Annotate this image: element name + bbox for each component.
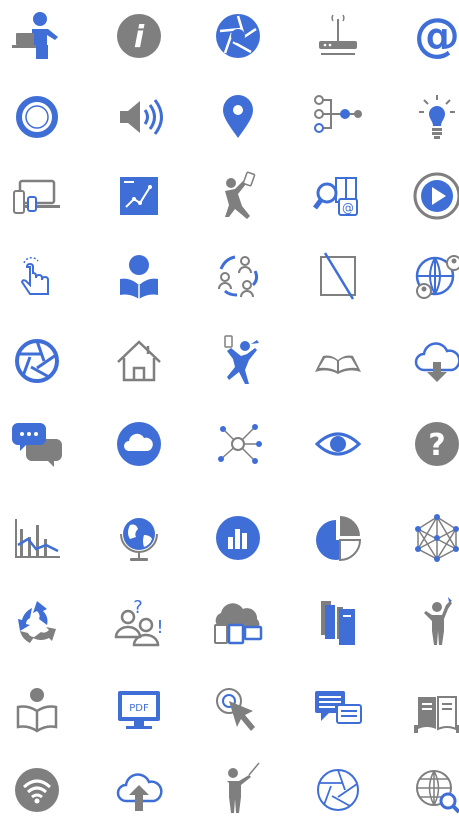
people-question-icon[interactable]: ?! bbox=[107, 590, 171, 654]
teacher-pointer-icon[interactable] bbox=[206, 758, 270, 822]
search-book-icon[interactable]: @ bbox=[306, 164, 370, 228]
chart-board-icon[interactable] bbox=[107, 164, 171, 228]
exclaim-label: ! bbox=[156, 617, 163, 638]
chat-bubbles-icon[interactable] bbox=[5, 412, 69, 476]
pdf-monitor-icon[interactable]: PDF bbox=[107, 678, 171, 742]
info-label: i bbox=[134, 20, 145, 55]
bar-chart-circle-icon[interactable] bbox=[206, 506, 270, 570]
question-mark-label: ? bbox=[133, 597, 143, 618]
person-wave-icon[interactable] bbox=[405, 590, 459, 654]
recycle-arrows-icon[interactable] bbox=[5, 590, 69, 654]
icon-grid: i @ @ ? ?! PDF bbox=[0, 0, 459, 819]
globe-search-icon[interactable] bbox=[405, 758, 459, 822]
location-pin-icon[interactable] bbox=[206, 85, 270, 149]
person-phone-icon[interactable] bbox=[206, 164, 270, 228]
message-boxes-icon[interactable] bbox=[306, 678, 370, 742]
aperture-outline-icon[interactable] bbox=[306, 758, 370, 822]
at-sign-small: @ bbox=[342, 201, 354, 215]
ring-icon[interactable] bbox=[5, 85, 69, 149]
books-icon[interactable] bbox=[306, 590, 370, 654]
info-icon[interactable]: i bbox=[107, 4, 171, 68]
play-circle-icon[interactable] bbox=[405, 164, 459, 228]
at-sign-label: @ bbox=[414, 8, 459, 62]
globe-people-icon[interactable] bbox=[405, 244, 459, 308]
wifi-circle-icon[interactable] bbox=[5, 758, 69, 822]
cloud-upload-icon[interactable] bbox=[107, 758, 171, 822]
eye-icon[interactable] bbox=[306, 412, 370, 476]
presenter-laptop-icon[interactable] bbox=[5, 4, 69, 68]
molecule-icon[interactable] bbox=[206, 412, 270, 476]
speaker-icon[interactable] bbox=[107, 85, 171, 149]
cloud-circle-icon[interactable] bbox=[107, 412, 171, 476]
cloud-download-icon[interactable] bbox=[405, 329, 459, 393]
pie-chart-icon[interactable] bbox=[306, 506, 370, 570]
devices-icon[interactable] bbox=[5, 164, 69, 228]
shutter-icon[interactable] bbox=[5, 329, 69, 393]
jumping-person-icon[interactable] bbox=[206, 329, 270, 393]
pdf-label: PDF bbox=[129, 703, 149, 714]
at-sign-icon[interactable]: @ bbox=[405, 4, 459, 68]
globe-stand-icon[interactable] bbox=[107, 506, 171, 570]
home-icon[interactable] bbox=[107, 329, 171, 393]
question-label: ? bbox=[428, 428, 445, 463]
router-icon[interactable] bbox=[306, 4, 370, 68]
library-book-icon[interactable] bbox=[405, 678, 459, 742]
question-icon[interactable]: ? bbox=[405, 412, 459, 476]
touch-hand-icon[interactable] bbox=[5, 244, 69, 308]
aperture-icon[interactable] bbox=[206, 4, 270, 68]
network-nodes-icon[interactable] bbox=[306, 85, 370, 149]
reading-person-icon[interactable] bbox=[5, 678, 69, 742]
people-cycle-icon[interactable] bbox=[206, 244, 270, 308]
line-chart-icon[interactable] bbox=[5, 506, 69, 570]
open-book-icon[interactable] bbox=[306, 329, 370, 393]
lightbulb-icon[interactable] bbox=[405, 85, 459, 149]
crop-icon[interactable] bbox=[306, 244, 370, 308]
cursor-click-icon[interactable] bbox=[206, 678, 270, 742]
cloud-devices-icon[interactable] bbox=[206, 590, 270, 654]
mesh-network-icon[interactable] bbox=[405, 506, 459, 570]
reader-icon[interactable] bbox=[107, 244, 171, 308]
